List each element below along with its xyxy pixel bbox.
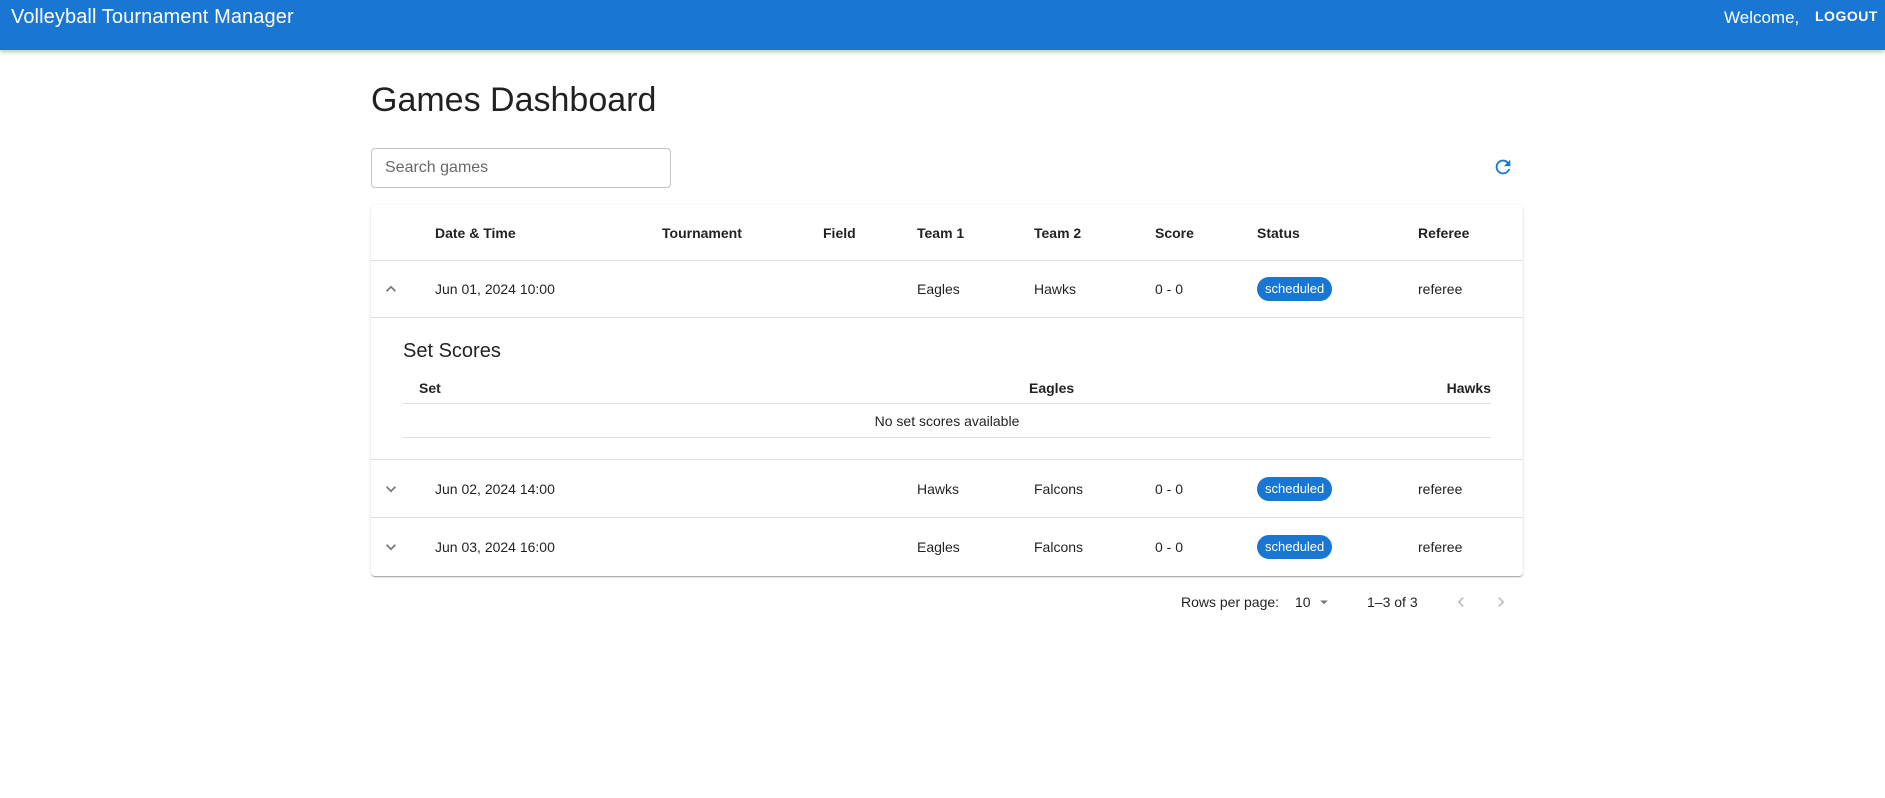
status-badge: scheduled [1257,535,1333,559]
status-badge: scheduled [1257,477,1333,501]
cell-score: 0 - 0 [1155,481,1184,497]
cell-date-time: Jun 03, 2024 16:00 [435,539,555,555]
header-team1[interactable]: Team 1 [917,223,964,243]
rows-per-page-select[interactable]: 10 [1295,590,1337,614]
cell-team2: Falcons [1034,539,1084,555]
header-team2[interactable]: Team 2 [1034,223,1081,243]
set-scores-title: Set Scores [403,340,501,362]
app-bar: Volleyball Tournament Manager Welcome, L… [0,0,1885,50]
app-title: Volleyball Tournament Manager [11,6,294,28]
header-score[interactable]: Score [1155,223,1194,243]
pagination-range: 1–3 of 3 [1367,594,1418,610]
chevron-down-icon [386,486,396,493]
set-scores-header: Set Eagles Hawks [403,374,1491,404]
cell-score: 0 - 0 [1155,281,1184,297]
chevron-right-icon [1498,597,1505,607]
chevron-down-icon [386,544,396,551]
cell-team1: Eagles [917,281,960,297]
table-row[interactable]: Jun 02, 2024 14:00 Hawks Falcons 0 - 0 s… [371,460,1523,518]
table-header-row: Date & Time Tournament Field Team 1 Team… [371,205,1523,261]
header-date-time[interactable]: Date & Time [435,223,516,243]
previous-page-button[interactable] [1449,590,1473,614]
table-row[interactable]: Jun 03, 2024 16:00 Eagles Falcons 0 - 0 … [371,518,1523,576]
cell-score: 0 - 0 [1155,539,1184,555]
page-title: Games Dashboard [371,81,657,119]
cell-team2: Falcons [1034,481,1084,497]
cell-referee: referee [1418,481,1463,497]
cell-date-time: Jun 01, 2024 10:00 [435,281,555,297]
expand-row-button[interactable] [381,479,401,499]
chevron-up-icon [386,285,396,292]
set-col-team1: Eagles [1029,380,1075,396]
header-field[interactable]: Field [823,223,856,243]
refresh-button[interactable] [1490,154,1516,180]
set-col-set: Set [419,380,441,396]
rows-per-page-label: Rows per page: [1181,594,1280,610]
cell-referee: referee [1418,281,1463,297]
expand-row-button[interactable] [381,537,401,557]
collapse-row-button[interactable] [381,279,401,299]
header-tournament[interactable]: Tournament [662,223,742,243]
status-badge: scheduled [1257,277,1333,301]
logout-button[interactable]: LOGOUT [1807,6,1885,30]
next-page-button[interactable] [1489,590,1513,614]
refresh-icon [1495,159,1511,175]
welcome-text: Welcome, [1724,8,1800,27]
table-row[interactable]: Jun 01, 2024 10:00 Eagles Hawks 0 - 0 sc… [371,261,1523,318]
set-scores-panel: Set Scores Set Eagles Hawks No set score… [371,318,1523,460]
games-table: Date & Time Tournament Field Team 1 Team… [371,205,1523,576]
header-referee[interactable]: Referee [1418,223,1469,243]
cell-referee: referee [1418,539,1463,555]
cell-team1: Eagles [917,539,960,555]
cell-team1: Hawks [917,481,960,497]
chevron-left-icon [1457,597,1464,607]
set-col-team2: Hawks [1446,380,1491,396]
search-input[interactable] [371,148,671,188]
cell-date-time: Jun 02, 2024 14:00 [435,481,555,497]
caret-down-icon [1320,600,1328,605]
header-status[interactable]: Status [1257,223,1300,243]
cell-team2: Hawks [1034,281,1077,297]
rows-per-page-value: 10 [1295,594,1311,610]
set-scores-empty-message: No set scores available [403,404,1491,438]
